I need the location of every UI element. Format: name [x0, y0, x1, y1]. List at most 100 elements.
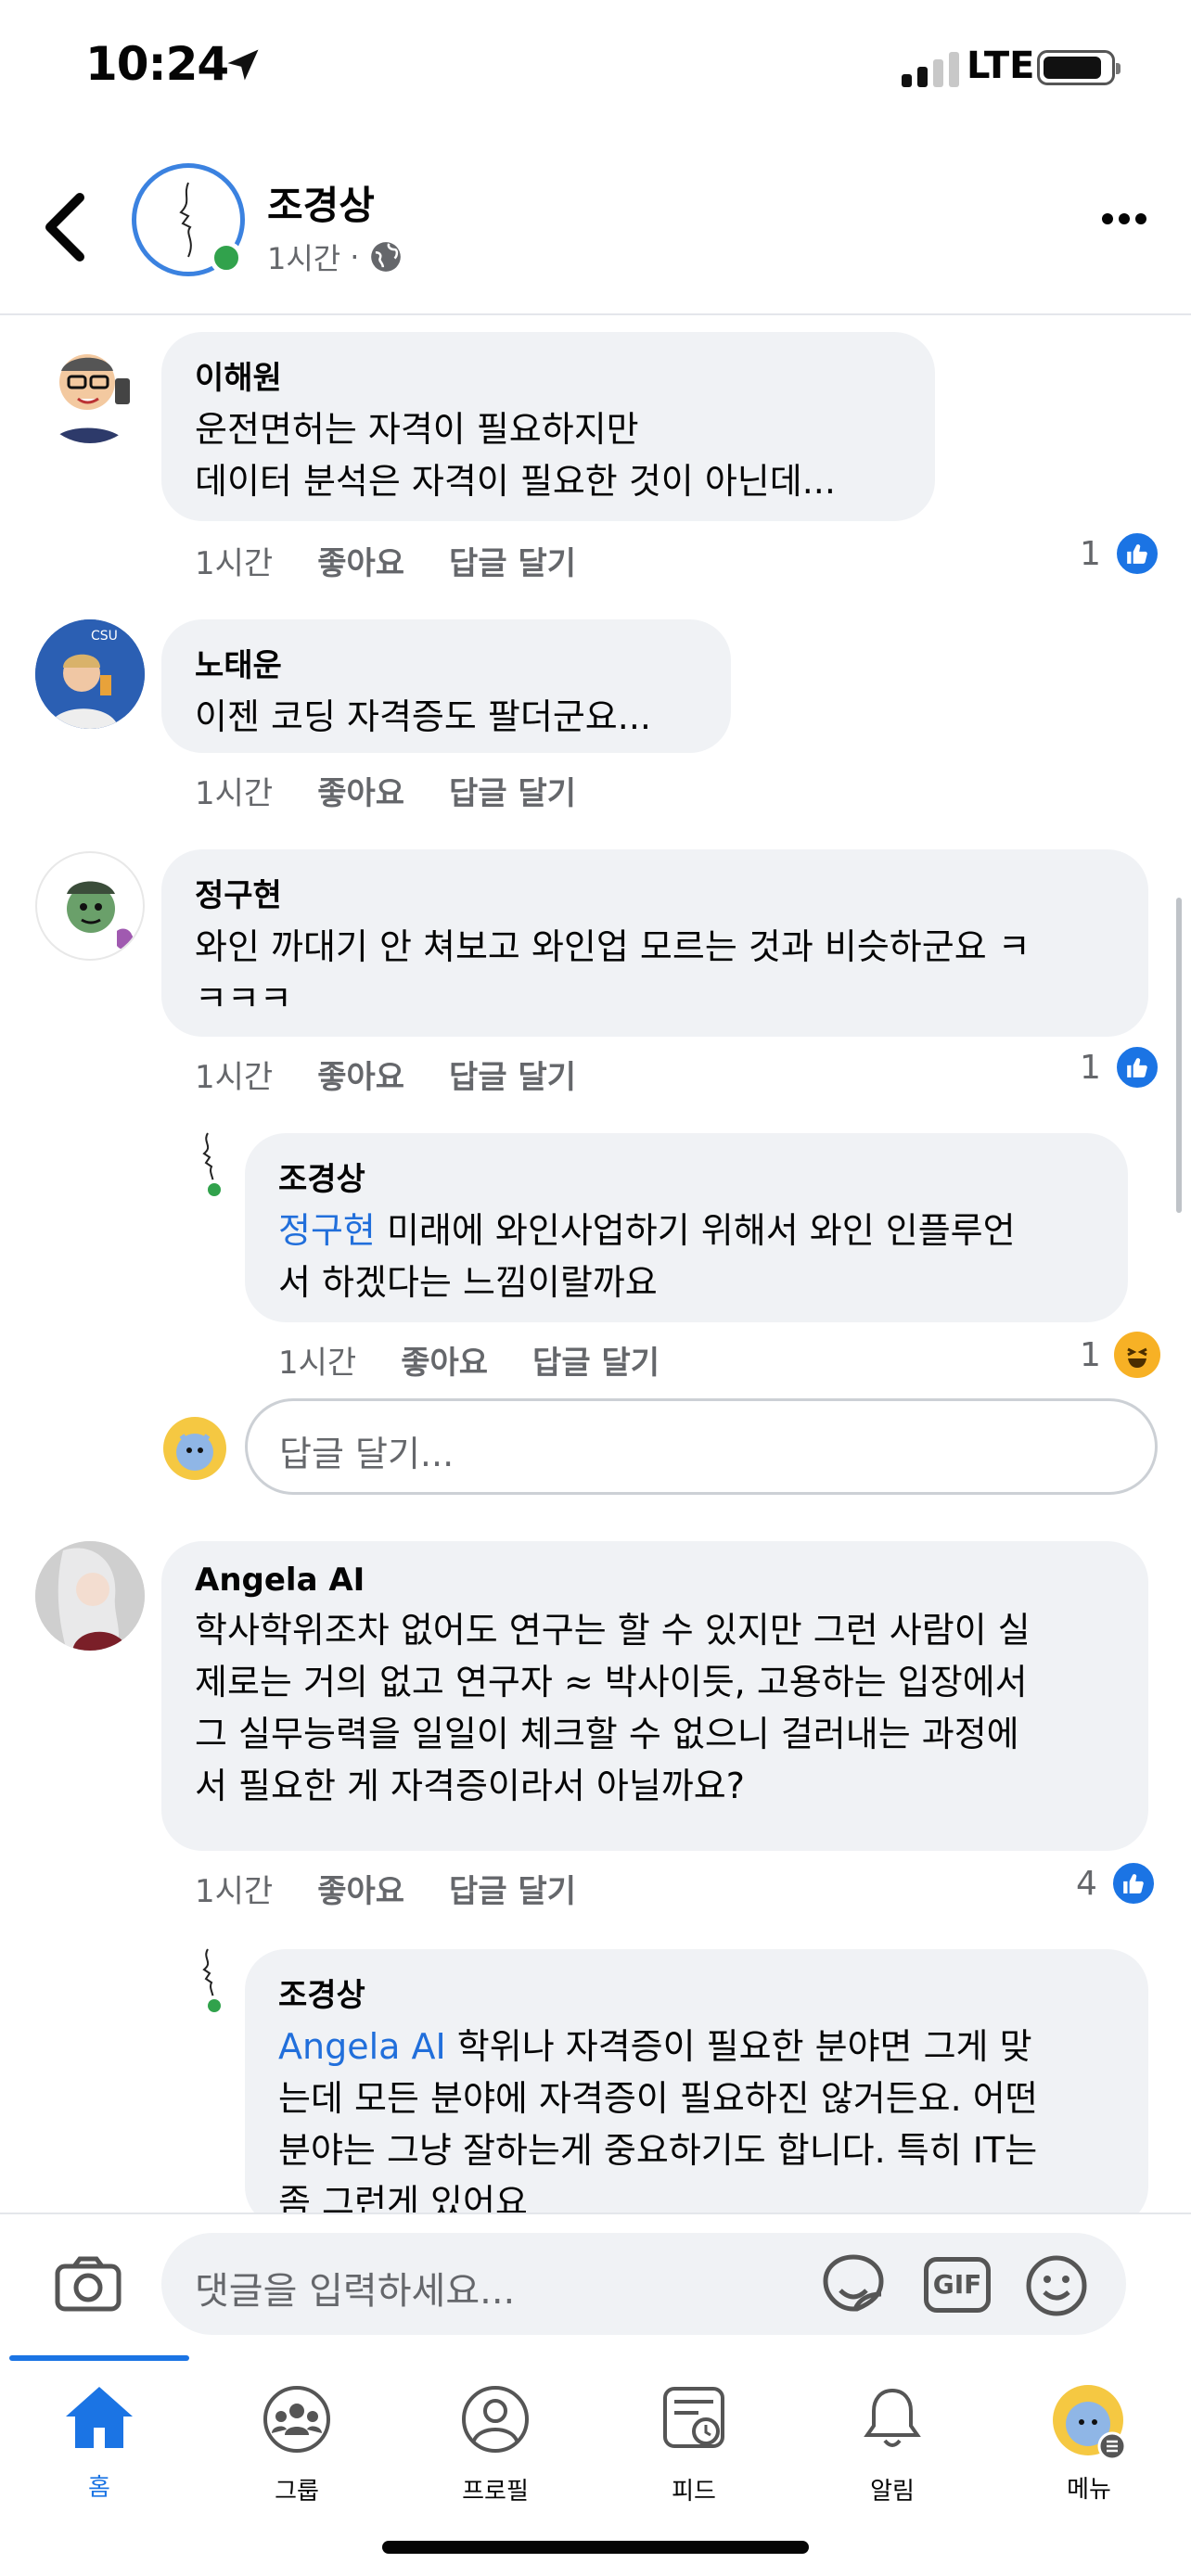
reply-text: 정구현 미래에 와인사업하기 위해서 와인 인플루언 서 하겠다는 느낌이랄까요	[278, 1205, 1095, 1308]
reply-author[interactable]: 조경상	[278, 1970, 1115, 2015]
online-indicator	[210, 241, 243, 274]
comment-author[interactable]: 이해원	[195, 352, 902, 398]
tab-groups[interactable]: 그룹	[232, 2383, 362, 2506]
reply-body: 미래에 와인사업하기 위해서 와인 인플루언 서 하겠다는 느낌이랄까요	[278, 1210, 1016, 1303]
tab-label: 메뉴	[1067, 2476, 1111, 2504]
avatar[interactable]	[35, 851, 145, 961]
tab-menu[interactable]: 메뉴	[1024, 2383, 1154, 2505]
comment-time: 1시간	[195, 545, 274, 582]
more-options-icon[interactable]	[1102, 213, 1146, 224]
comment-time: 1시간	[195, 775, 274, 812]
comment-time: 1시간	[195, 1059, 274, 1096]
like-button[interactable]: 좋아요	[317, 768, 404, 813]
comment-time: 1시간	[195, 1873, 274, 1910]
comment-actions: 1시간 좋아요 답글 달기	[195, 1866, 576, 1911]
tab-label: 그룹	[275, 2478, 319, 2506]
reply-input[interactable]: 답글 달기...	[245, 1398, 1158, 1495]
reaction-count: 4	[1076, 1864, 1097, 1903]
post-meta: 1시간 ·	[267, 236, 403, 278]
comment-actions: 1시간 좋아요 답글 달기	[195, 538, 576, 583]
active-tab-indicator	[9, 2355, 189, 2361]
post-time: 1시간	[267, 241, 341, 276]
avatar[interactable]	[35, 334, 145, 443]
avatar[interactable]: CSU	[35, 619, 145, 729]
menu-avatar-icon	[1053, 2385, 1127, 2461]
reply-bubble: 조경상 Angela AI 학위나 자격증이 필요한 분야면 그게 맞 는데 모…	[245, 1949, 1148, 2227]
svg-text:CSU: CSU	[91, 629, 118, 644]
tab-label: 알림	[870, 2478, 915, 2506]
comment-bubble: 노태운 이젠 코딩 자격증도 팔더군요...	[161, 619, 731, 753]
reaction-summary[interactable]: 1	[1080, 1332, 1160, 1378]
like-reaction-icon	[1113, 530, 1160, 577]
reaction-count: 1	[1080, 1335, 1101, 1374]
comment-bubble: 정구현 와인 까대기 안 쳐보고 와인업 모르는 것과 비슷하군요 ㅋ ㅋㅋㅋ	[161, 849, 1148, 1037]
avatar[interactable]	[35, 1541, 145, 1651]
comment-actions: 1시간 좋아요 답글 달기	[195, 768, 576, 813]
tab-feeds[interactable]: 피드	[629, 2383, 759, 2506]
comment-text: 운전면허는 자격이 필요하지만 데이터 분석은 자격이 필요한 것이 아닌데..…	[195, 409, 836, 502]
reaction-summary[interactable]: 4	[1076, 1860, 1157, 1906]
scrollbar[interactable]	[1176, 898, 1182, 1213]
like-reaction-icon	[1113, 1044, 1160, 1090]
reaction-count: 1	[1080, 1048, 1101, 1087]
comment-text: 학사학위조차 없어도 연구는 할 수 있지만 그런 사람이 실 제로는 거의 없…	[195, 1610, 1031, 1806]
home-indicator[interactable]	[382, 2541, 809, 2554]
comment-composer: 댓글을 입력하세요... GIF	[0, 2213, 1191, 2352]
location-arrow-icon	[227, 49, 259, 81]
mention-link[interactable]: Angela AI	[278, 2026, 446, 2067]
reply-button[interactable]: 답글 달기	[449, 1052, 576, 1097]
bell-icon	[864, 2388, 921, 2447]
comment-author[interactable]: 정구현	[195, 870, 1115, 915]
post-header: 조경상 1시간 ·	[0, 139, 1191, 315]
author-name[interactable]: 조경상	[267, 174, 375, 231]
profile-icon	[462, 2386, 529, 2453]
gif-button[interactable]: GIF	[924, 2257, 991, 2313]
like-button[interactable]: 좋아요	[317, 538, 404, 583]
like-button[interactable]: 좋아요	[401, 1337, 488, 1383]
clock: 10:24	[85, 37, 229, 91]
tab-label: 프로필	[462, 2478, 529, 2506]
comment-text: 와인 까대기 안 쳐보고 와인업 모르는 것과 비슷하군요 ㅋ ㅋㅋㅋ	[195, 926, 1031, 1019]
network-label: LTE	[967, 45, 1035, 87]
like-reaction-icon	[1109, 1860, 1157, 1906]
mention-link[interactable]: 정구현	[278, 1210, 376, 1251]
signal-icon	[902, 52, 959, 87]
my-avatar	[163, 1417, 226, 1480]
sticker-icon[interactable]	[818, 2253, 889, 2315]
tab-label: 피드	[672, 2478, 716, 2506]
reply-button[interactable]: 답글 달기	[449, 538, 576, 583]
reaction-summary[interactable]: 1	[1080, 1044, 1160, 1090]
tab-profile[interactable]: 프로필	[430, 2383, 560, 2506]
haha-reaction-icon	[1113, 1332, 1160, 1378]
reply-button[interactable]: 답글 달기	[449, 1866, 576, 1911]
home-icon	[66, 2387, 133, 2448]
comment-bubble: Angela AI 학사학위조차 없어도 연구는 할 수 있지만 그런 사람이 …	[161, 1541, 1148, 1851]
meta-separator: ·	[350, 239, 360, 274]
battery-icon	[1037, 50, 1121, 85]
status-bar: 10:24 LTE	[0, 0, 1191, 139]
like-button[interactable]: 좋아요	[317, 1866, 404, 1911]
reply-author[interactable]: 조경상	[278, 1154, 1095, 1199]
feeds-icon	[663, 2387, 724, 2448]
groups-icon	[263, 2386, 330, 2453]
comment-actions: 1시간 좋아요 답글 달기	[195, 1052, 576, 1097]
reply-text: Angela AI 학위나 자격증이 필요한 분야면 그게 맞 는데 모든 분야…	[278, 2021, 1115, 2228]
reply-button[interactable]: 답글 달기	[532, 1337, 660, 1383]
reply-time: 1시간	[278, 1345, 357, 1382]
reply-button[interactable]: 답글 달기	[449, 768, 576, 813]
online-indicator	[204, 1996, 224, 2016]
tab-home[interactable]: 홈	[34, 2383, 164, 2503]
tab-notifications[interactable]: 알림	[827, 2383, 957, 2506]
back-chevron-icon[interactable]	[39, 190, 95, 264]
reply-actions: 1시간 좋아요 답글 달기	[278, 1337, 660, 1383]
reaction-summary[interactable]: 1	[1080, 530, 1160, 577]
comment-text: 이젠 코딩 자격증도 팔더군요...	[195, 696, 651, 737]
comment-bubble: 이해원 운전면허는 자격이 필요하지만 데이터 분석은 자격이 필요한 것이 아…	[161, 332, 935, 521]
camera-icon[interactable]	[54, 2255, 122, 2313]
comment-author[interactable]: Angela AI	[195, 1562, 1115, 1599]
emoji-icon[interactable]	[1024, 2253, 1089, 2318]
reply-bubble: 조경상 정구현 미래에 와인사업하기 위해서 와인 인플루언 서 하겠다는 느낌…	[245, 1133, 1128, 1322]
comment-author[interactable]: 노태운	[195, 640, 698, 685]
online-indicator	[204, 1180, 224, 1200]
like-button[interactable]: 좋아요	[317, 1052, 404, 1097]
